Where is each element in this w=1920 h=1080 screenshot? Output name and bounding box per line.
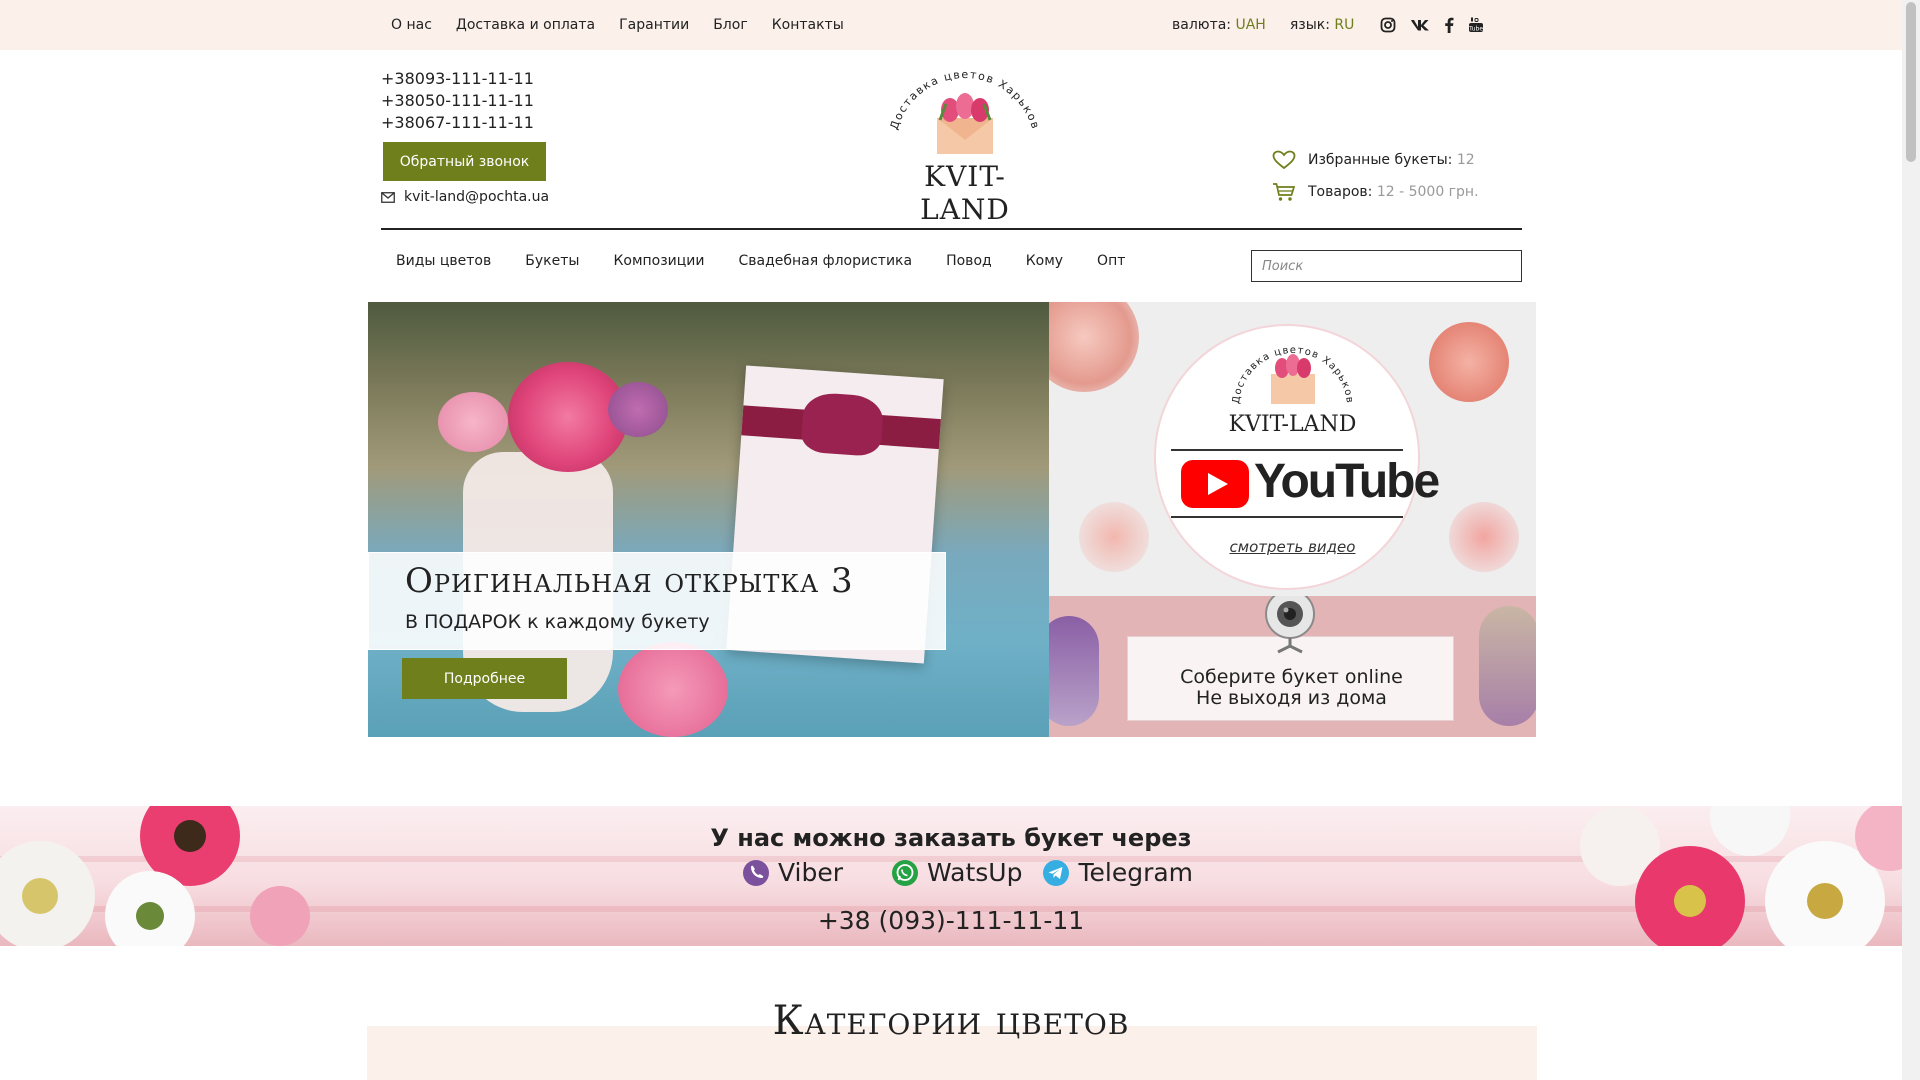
vk-icon[interactable] bbox=[1410, 18, 1430, 32]
search-input[interactable] bbox=[1251, 250, 1522, 282]
page: О нас Доставка и оплата Гарантии Блог Ко… bbox=[0, 0, 1920, 1080]
phone-number[interactable]: +38093-111-11-11 bbox=[381, 68, 534, 90]
telegram-icon bbox=[1043, 859, 1070, 886]
top-nav: О нас Доставка и оплата Гарантии Блог Ко… bbox=[391, 0, 844, 50]
phone-list: +38093-111-11-11 +38050-111-11-11 +38067… bbox=[381, 68, 534, 134]
cart-label: Товаров: bbox=[1308, 184, 1373, 200]
youtube-play-icon bbox=[1181, 460, 1249, 508]
nav-item-wedding[interactable]: Свадебная флористика bbox=[739, 253, 913, 269]
categories-title: Категории цветов bbox=[772, 998, 1130, 1044]
currency-label: валюта: bbox=[1172, 17, 1232, 33]
nav-item-wholesale[interactable]: Опт bbox=[1097, 253, 1125, 269]
whatsapp-icon bbox=[892, 859, 919, 886]
site-logo[interactable]: Доставка цветов Харьков KVIT-LAND bbox=[880, 68, 1050, 226]
webcam-icon bbox=[1265, 596, 1315, 654]
more-button[interactable]: Подробнее bbox=[402, 658, 567, 699]
telegram-label: Telegram bbox=[1078, 858, 1194, 887]
nav-item-bouquets[interactable]: Букеты bbox=[525, 253, 579, 269]
language-selector[interactable]: язык: RU bbox=[1290, 17, 1355, 33]
nav-item-compositions[interactable]: Композиции bbox=[613, 253, 704, 269]
top-bar: О нас Доставка и оплата Гарантии Блог Ко… bbox=[0, 0, 1902, 50]
logo-emblem: Доставка цветов Харьков bbox=[888, 68, 1041, 154]
scrollbar-thumb[interactable] bbox=[1906, 2, 1916, 162]
youtube-icon[interactable]: Tube bbox=[1468, 17, 1484, 33]
build-online-promo[interactable]: Соберите букет online Не выходя из дома bbox=[1049, 596, 1536, 737]
logo-brand: KVIT-LAND bbox=[920, 160, 1010, 226]
favorites-count: 12 bbox=[1456, 152, 1475, 168]
youtube-wordmark: YouTube bbox=[1254, 455, 1440, 508]
watch-video-link[interactable]: смотреть видео bbox=[1049, 538, 1536, 556]
viber-label: Viber bbox=[778, 858, 844, 887]
currency-selector[interactable]: валюта: UAH bbox=[1172, 17, 1266, 33]
phone-number[interactable]: +38067-111-11-11 bbox=[381, 112, 534, 134]
main-nav: Виды цветов Букеты Композиции Свадебная … bbox=[396, 253, 1125, 269]
heart-icon bbox=[1272, 150, 1296, 170]
viber-icon bbox=[743, 859, 769, 886]
telegram-link[interactable]: Telegram bbox=[1042, 858, 1193, 887]
banner-title: Оригинальная открытка 3 bbox=[405, 561, 854, 601]
email-link[interactable]: kvit-land@pochta.ua bbox=[381, 189, 549, 205]
messengers-list: Viber WatsUp Telegram bbox=[742, 858, 1193, 887]
viber-link[interactable]: Viber bbox=[742, 858, 843, 887]
whatsapp-link[interactable]: WatsUp bbox=[891, 858, 1022, 887]
language-value[interactable]: RU bbox=[1334, 17, 1354, 33]
promo-flower-image bbox=[1049, 616, 1099, 726]
nav-item-recipient[interactable]: Кому bbox=[1026, 253, 1063, 269]
banner-caption: Оригинальная открытка 3 В ПОДАРОК к кажд… bbox=[368, 552, 946, 650]
top-nav-guarantees[interactable]: Гарантии bbox=[619, 17, 689, 33]
messengers-strip: У нас можно заказать букет через Viber W… bbox=[0, 806, 1902, 946]
build-online-line2: Не выходя из дома bbox=[1196, 687, 1387, 709]
promo-flower-image bbox=[1449, 502, 1519, 572]
envelope-icon bbox=[381, 191, 395, 203]
header-divider bbox=[381, 228, 1522, 230]
language-label: язык: bbox=[1289, 17, 1330, 33]
favorites-label: Избранные букеты: bbox=[1308, 152, 1453, 168]
cart-icon bbox=[1273, 183, 1296, 201]
build-online-line1: Соберите букет online bbox=[1180, 666, 1403, 688]
promo-flower-image bbox=[1429, 322, 1509, 402]
phone-number[interactable]: +38050-111-11-11 bbox=[381, 90, 534, 112]
top-nav-delivery[interactable]: Доставка и оплата bbox=[456, 17, 595, 33]
banner-flower-image bbox=[438, 392, 508, 452]
top-nav-about[interactable]: О нас bbox=[391, 17, 432, 33]
currency-value[interactable]: UAH bbox=[1235, 17, 1265, 33]
nav-item-occasion[interactable]: Повод bbox=[946, 253, 992, 269]
banner-flower-image bbox=[618, 642, 728, 737]
youtube-promo[interactable]: Доставка цветов Харьков KVIT-LAND YouTub… bbox=[1049, 302, 1536, 596]
nav-item-flower-types[interactable]: Виды цветов bbox=[396, 253, 491, 269]
promo-flower-image bbox=[1479, 606, 1536, 726]
page-scrollbar[interactable] bbox=[1902, 0, 1920, 1080]
cart-value: 12 - 5000 грн. bbox=[1376, 184, 1479, 200]
promo-flower-image bbox=[1049, 302, 1139, 392]
whatsapp-label: WatsUp bbox=[927, 858, 1023, 887]
email-text: kvit-land@pochta.ua bbox=[404, 189, 550, 205]
cart-link[interactable]: Товаров: 12 - 5000 грн. bbox=[1272, 182, 1479, 202]
messengers-title: У нас можно заказать букет через bbox=[710, 824, 1192, 852]
top-nav-blog[interactable]: Блог bbox=[713, 17, 747, 33]
promo-logo-emblem: Доставка цветов Харьков bbox=[1231, 345, 1354, 405]
social-links: Tube bbox=[1380, 17, 1484, 33]
hero-banner[interactable]: Оригинальная открытка 3 В ПОДАРОК к кажд… bbox=[368, 302, 1049, 737]
favorites-link[interactable]: Избранные букеты: 12 bbox=[1272, 150, 1475, 170]
instagram-icon[interactable] bbox=[1380, 17, 1396, 33]
top-right: валюта: UAH язык: RU Tube bbox=[1172, 0, 1484, 50]
callback-button[interactable]: Обратный звонок bbox=[383, 142, 546, 181]
order-phone[interactable]: +38 (093)-111-11-11 bbox=[0, 906, 1902, 935]
promo-brand: KVIT-LAND bbox=[1228, 412, 1357, 437]
banner-subtitle: В ПОДАРОК к каждому букету bbox=[405, 611, 710, 633]
banner-flower-image bbox=[608, 382, 668, 437]
top-nav-contacts[interactable]: Контакты bbox=[772, 17, 844, 33]
facebook-icon[interactable] bbox=[1444, 17, 1454, 33]
promo-flower-image bbox=[1079, 502, 1149, 572]
svg-text:Tube: Tube bbox=[1468, 26, 1483, 33]
